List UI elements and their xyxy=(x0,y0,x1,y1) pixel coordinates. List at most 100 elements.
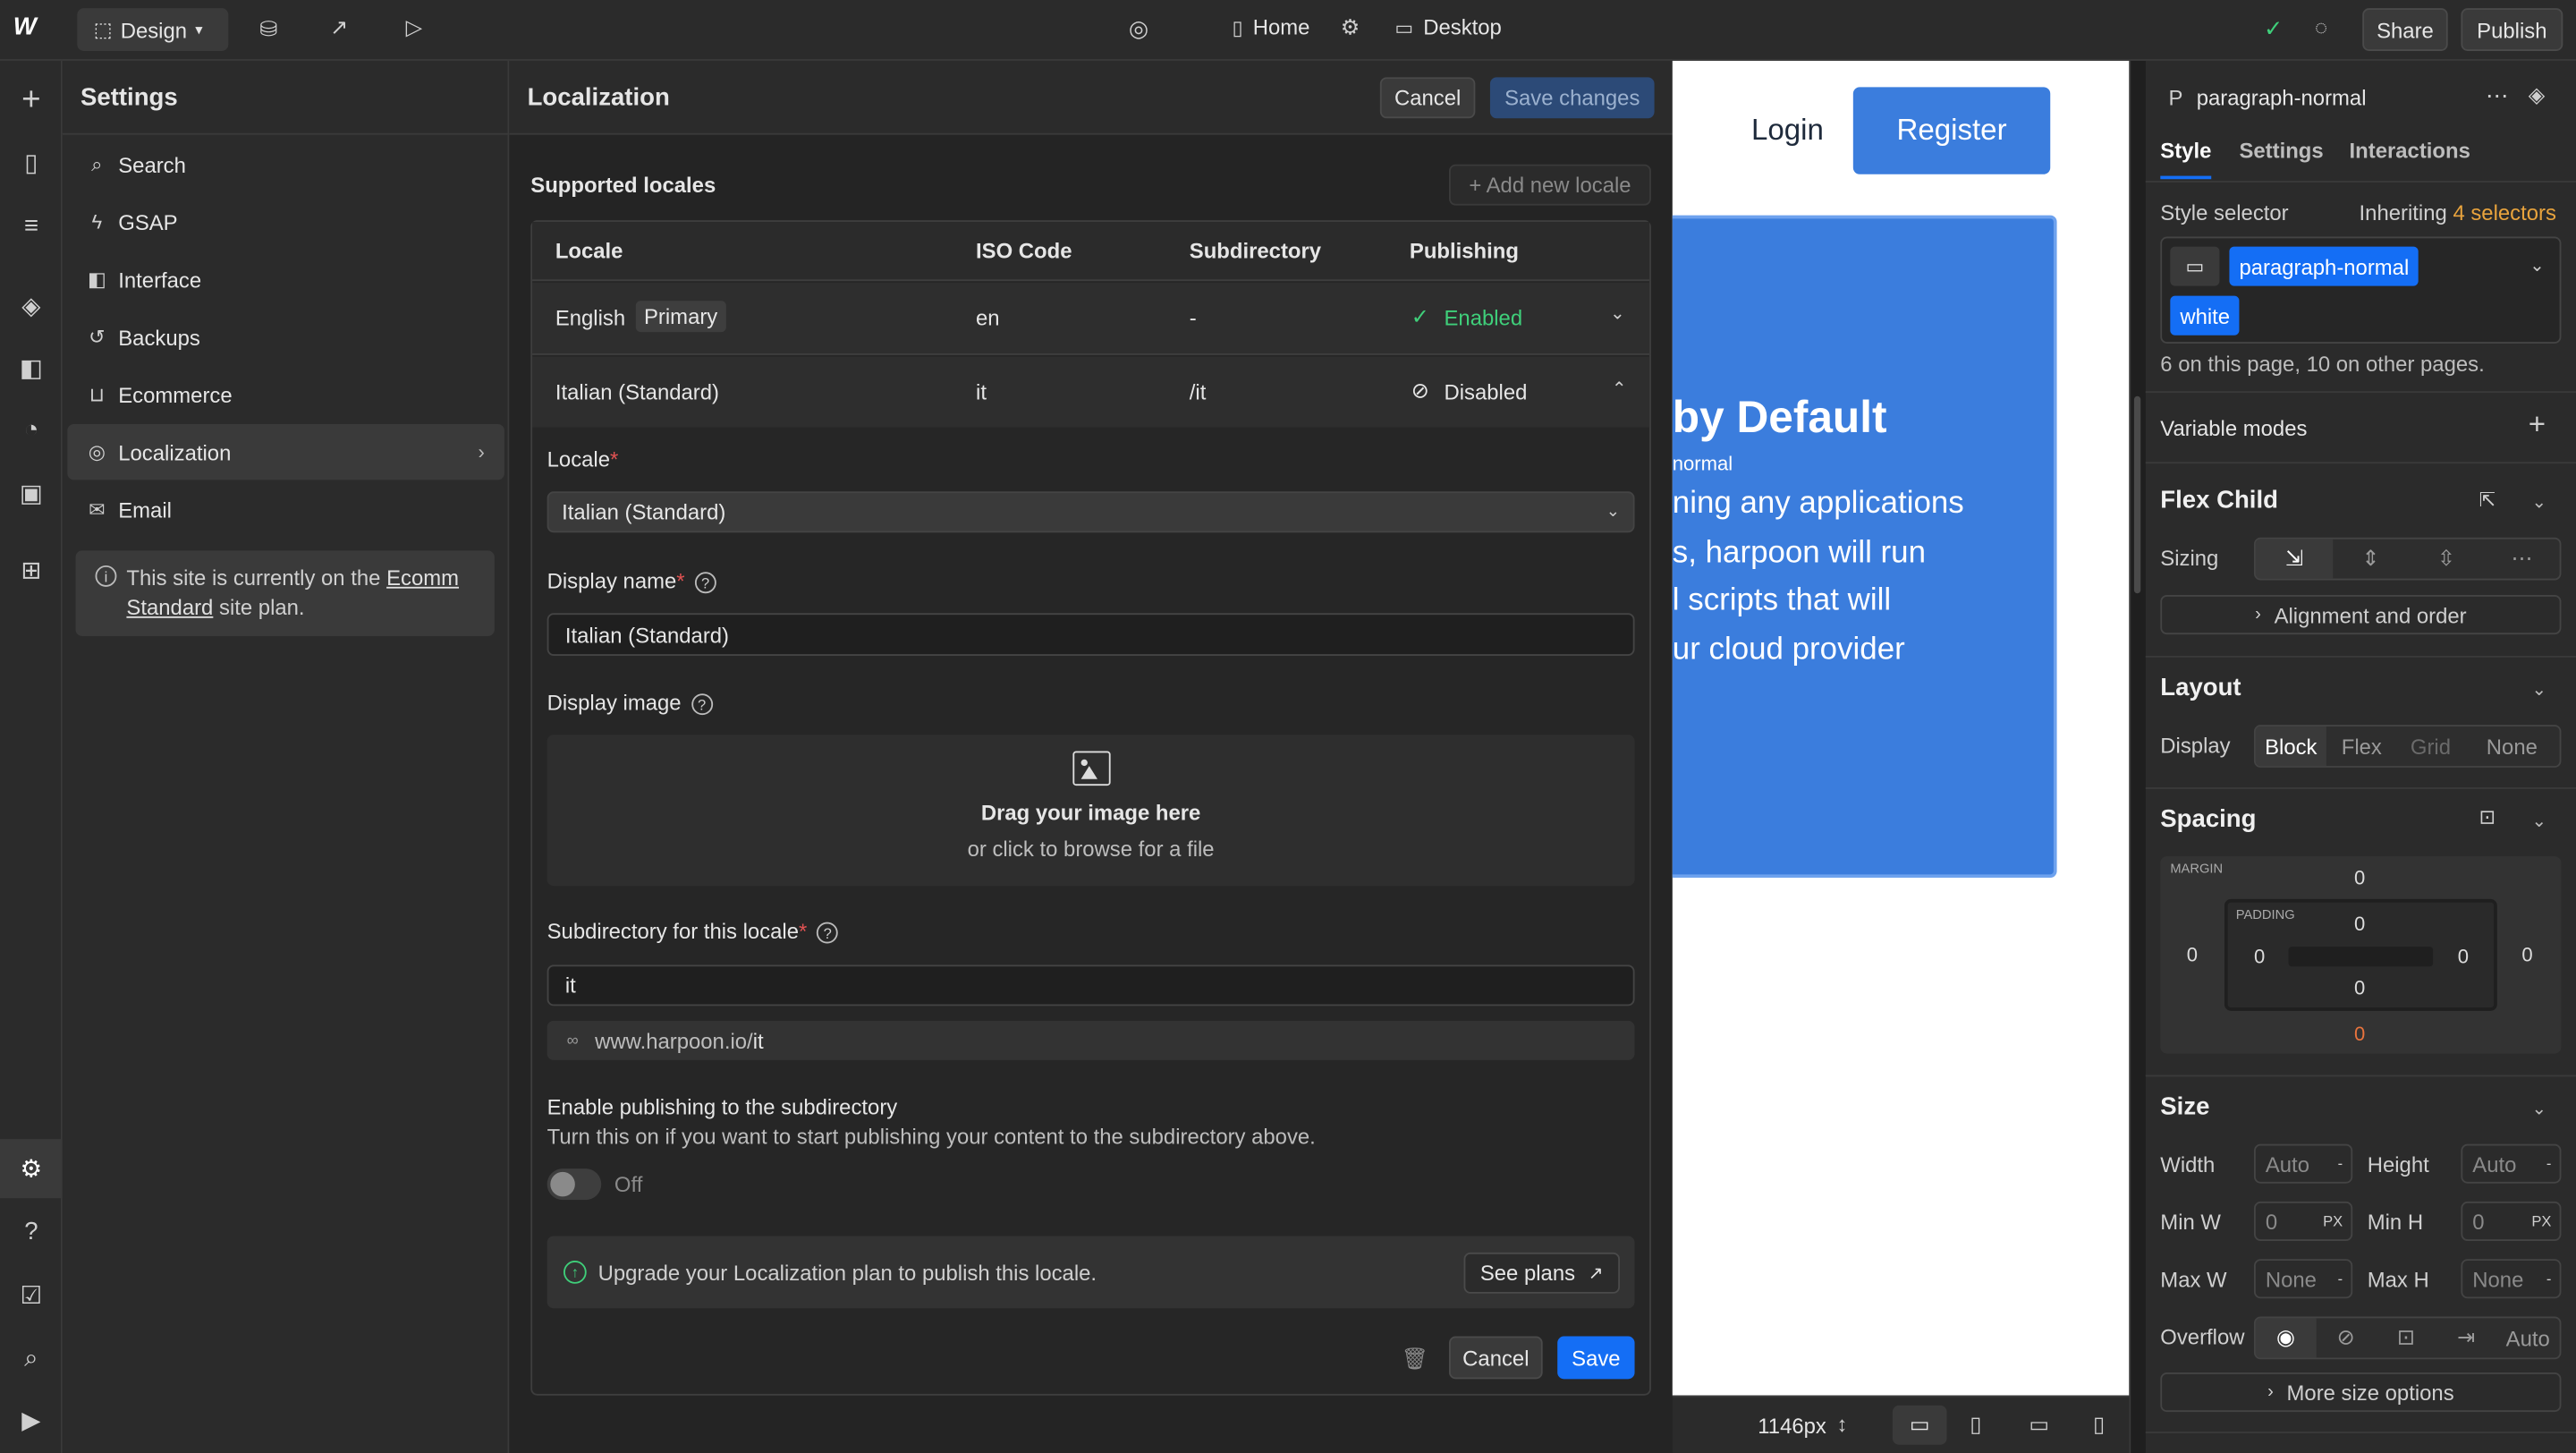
variables-icon[interactable]: ◔ xyxy=(13,411,49,446)
component-icon[interactable]: ◈ xyxy=(2529,82,2545,108)
sizing-none-icon[interactable]: ⇳ xyxy=(2409,540,2484,579)
design-canvas[interactable]: Login Register by Default normal ning an… xyxy=(1672,60,2130,1396)
display-block[interactable]: Block xyxy=(2255,726,2326,767)
hero-paragraph[interactable]: ning any applications s, harpoon will ru… xyxy=(1673,480,1964,674)
mobile-portrait-icon[interactable]: ▯ xyxy=(2093,1412,2105,1438)
pages-icon[interactable]: ▯ xyxy=(13,145,49,181)
image-dropzone[interactable]: Drag your image here or click to browse … xyxy=(547,735,1635,887)
see-plans-button[interactable]: See plans ↗ xyxy=(1463,1252,1621,1294)
settings-item-interface[interactable]: ◧ Interface xyxy=(63,251,510,307)
preview-play-icon[interactable]: ▷ xyxy=(406,15,422,41)
tab-interactions[interactable]: Interactions xyxy=(2350,138,2470,163)
cms-icon[interactable]: ⛁ xyxy=(259,16,277,42)
tab-style[interactable]: Style xyxy=(2160,138,2211,163)
unit-dash[interactable]: - xyxy=(2338,1270,2343,1287)
page-settings-gear-icon[interactable]: ⚙ xyxy=(1341,15,1360,41)
settings-item-localization[interactable]: ◎ Localization › xyxy=(67,423,504,480)
panel-resize-gutter[interactable] xyxy=(2129,60,2146,1453)
tab-settings[interactable]: Settings xyxy=(2239,138,2323,163)
mode-switcher[interactable]: ⬚ Design ▾ xyxy=(77,8,229,51)
tablet-icon[interactable]: ▯ xyxy=(1970,1412,1981,1438)
settings-item-gsap[interactable]: ϟ GSAP xyxy=(63,194,510,250)
display-control[interactable]: Block Flex Grid None xyxy=(2253,725,2562,768)
margin-top[interactable]: 0 xyxy=(2354,866,2365,889)
help-icon[interactable]: ? xyxy=(817,922,839,944)
padding-bottom[interactable]: 0 xyxy=(2354,976,2365,999)
unit-px[interactable]: PX xyxy=(2531,1213,2551,1229)
settings-item-ecommerce[interactable]: ⊔ Ecommerce xyxy=(63,367,510,422)
video-tutorial-icon[interactable]: ▶ xyxy=(13,1402,49,1438)
page-selector[interactable]: ▯ Home xyxy=(1233,15,1310,40)
max-height-input[interactable]: None - xyxy=(2461,1259,2562,1299)
overflow-visible-eye-icon[interactable]: ◉ xyxy=(2255,1318,2317,1358)
sizing-grow-icon[interactable]: ⇕ xyxy=(2333,540,2408,579)
width-input[interactable]: Auto - xyxy=(2253,1143,2353,1184)
audit-checklist-icon[interactable]: ☑ xyxy=(13,1277,49,1313)
resize-icon[interactable]: ↕ xyxy=(1836,1412,1847,1437)
sizing-shrink-icon[interactable]: ⇲ xyxy=(2255,539,2334,579)
overflow-scroll-icon[interactable]: ⊡ xyxy=(2376,1318,2436,1357)
publish-toggle[interactable] xyxy=(547,1168,602,1201)
overflow-clip-icon[interactable]: ⇥ xyxy=(2436,1318,2496,1357)
unit-px[interactable]: PX xyxy=(2323,1213,2343,1229)
selector-count[interactable]: 4 selectors xyxy=(2453,200,2555,225)
trash-icon[interactable]: 🗑 xyxy=(1402,1347,1428,1372)
cancel-button[interactable]: Cancel xyxy=(1379,77,1476,119)
analytics-icon[interactable]: ↗ xyxy=(330,15,348,41)
min-width-input[interactable]: 0 PX xyxy=(2253,1201,2353,1242)
selector-field[interactable]: ▭ paragraph-normal white ⌄ xyxy=(2160,236,2562,344)
publish-button[interactable]: Publish xyxy=(2461,8,2563,51)
login-link[interactable]: Login xyxy=(1751,114,1824,149)
display-flex[interactable]: Flex xyxy=(2326,726,2397,766)
locale-select[interactable]: Italian (Standard) ⌄ xyxy=(547,491,1635,533)
padding-right[interactable]: 0 xyxy=(2458,945,2469,968)
min-height-input[interactable]: 0 PX xyxy=(2461,1201,2562,1242)
add-new-locale-button[interactable]: + Add new locale xyxy=(1448,164,1651,206)
subdirectory-input[interactable]: it xyxy=(547,964,1635,1007)
max-width-input[interactable]: None - xyxy=(2253,1259,2353,1299)
save-changes-button[interactable]: Save changes xyxy=(1489,77,1655,119)
margin-bottom[interactable]: 0 xyxy=(2354,1023,2365,1046)
chevron-down-icon[interactable]: ⌄ xyxy=(2531,491,2546,513)
search-icon[interactable]: ⌕ xyxy=(13,1339,49,1375)
display-none[interactable]: None xyxy=(2464,726,2560,766)
overflow-hidden-icon[interactable]: ⊘ xyxy=(2316,1318,2376,1357)
more-size-options-button[interactable]: › More size options xyxy=(2160,1372,2562,1413)
help-icon[interactable]: ? xyxy=(694,572,716,594)
unit-dash[interactable]: - xyxy=(2546,1270,2552,1287)
chevron-up-icon[interactable]: ⌃ xyxy=(1612,378,1627,399)
add-icon[interactable]: + xyxy=(2529,408,2546,443)
sizing-control[interactable]: ⇲ ⇕ ⇳ ⋯ xyxy=(2253,537,2562,581)
overflow-control[interactable]: ◉ ⊘ ⊡ ⇥ Auto xyxy=(2253,1316,2562,1360)
alignment-order-button[interactable]: › Alignment and order xyxy=(2160,595,2562,635)
display-grid[interactable]: Grid xyxy=(2397,726,2464,766)
share-button[interactable]: Share xyxy=(2362,8,2448,51)
chevron-down-icon[interactable]: ⌄ xyxy=(2529,255,2545,276)
settings-item-backups[interactable]: ↺ Backups xyxy=(63,309,510,364)
desktop-breakpoint-icon[interactable]: ▭ xyxy=(1892,1405,1947,1445)
add-icon[interactable]: + xyxy=(13,81,49,118)
display-name-input[interactable]: Italian (Standard) xyxy=(547,613,1635,657)
spacing-preset-icon[interactable]: ⊡ xyxy=(2479,805,2496,828)
globe-icon[interactable]: ◎ xyxy=(1129,15,1148,43)
height-input[interactable]: Auto - xyxy=(2461,1143,2562,1184)
settings-item-email[interactable]: ✉ Email xyxy=(63,481,510,537)
margin-left[interactable]: 0 xyxy=(2187,943,2198,966)
components-icon[interactable]: ◈ xyxy=(13,287,49,323)
class-chip[interactable]: paragraph-normal xyxy=(2229,246,2419,286)
help-ai-icon[interactable]: ? xyxy=(13,1213,49,1249)
webflow-logo[interactable]: W xyxy=(13,13,49,47)
mobile-landscape-icon[interactable]: ▭ xyxy=(2029,1412,2049,1438)
chevron-down-icon[interactable]: ⌄ xyxy=(2531,679,2546,701)
register-button[interactable]: Register xyxy=(1852,87,2051,174)
unit-dash[interactable]: - xyxy=(2546,1155,2552,1171)
breakpoint-selector[interactable]: ▭ Desktop xyxy=(1394,15,1501,40)
chevron-down-icon[interactable]: ⌄ xyxy=(2531,1098,2546,1119)
class-chip[interactable]: white xyxy=(2170,295,2241,336)
unit-dash[interactable]: - xyxy=(2338,1155,2343,1171)
style-guide-icon[interactable]: ◧ xyxy=(13,350,49,386)
selector-state-icon[interactable]: ▭ xyxy=(2170,246,2220,286)
chevron-down-icon[interactable]: ⌄ xyxy=(1610,302,1625,324)
settings-gear-icon[interactable]: ⚙ xyxy=(13,1151,49,1186)
overflow-auto[interactable]: Auto xyxy=(2496,1318,2560,1357)
